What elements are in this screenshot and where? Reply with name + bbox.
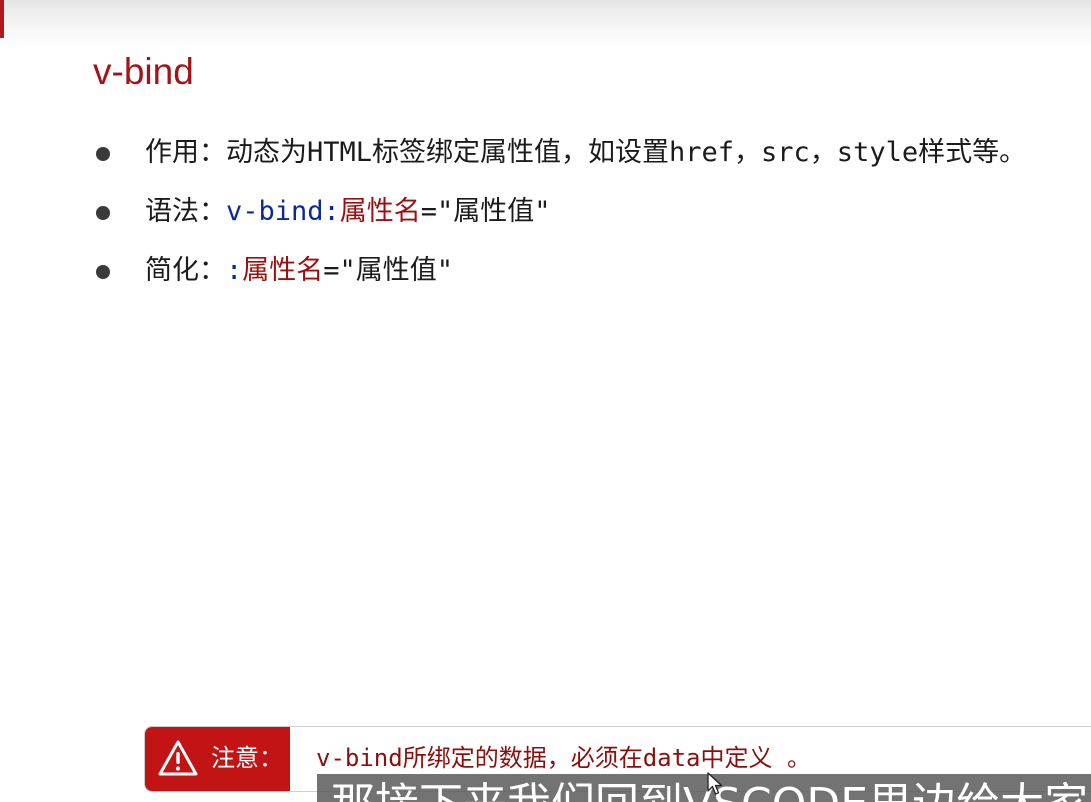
bullet-purpose-label: 作用： [145,137,226,168]
shorthand-attr-value: ="属性值" [323,255,454,286]
note-label: 注意： [211,744,283,772]
bullet-list: 作用：动态为HTML标签绑定属性值，如设置href，src，style样式等。 … [95,131,1026,308]
accent-bar [0,0,4,38]
syntax-attr-name: 属性名 [339,196,421,227]
bullet-dot-icon [96,206,110,220]
note-label-box: 注意： [145,727,290,791]
top-shade [0,0,1091,48]
bullet-syntax-label: 语法： [145,196,226,227]
bullet-syntax: 语法：v-bind:属性名="属性值" [95,190,1026,249]
bullet-dot-icon [96,265,110,279]
mouse-pointer-icon [707,772,723,795]
shorthand-attr-name: 属性名 [242,255,324,286]
bullet-shorthand: 简化：:属性名="属性值" [95,249,1026,308]
syntax-attr-value: ="属性值" [420,196,551,227]
bullet-purpose-text: 动态为HTML标签绑定属性值，如设置href，src，style样式等。 [226,137,1027,168]
shorthand-directive: : [226,255,243,286]
slide-title: v-bind [93,51,194,92]
video-subtitle: 那接下来我们回到VSCODE里边给大家 [317,774,1091,802]
syntax-directive: v-bind: [226,196,340,227]
bullet-shorthand-label: 简化： [145,255,226,286]
bullet-dot-icon [96,147,110,161]
note-text: v-bind所绑定的数据，必须在data中定义 。 [316,744,811,772]
warning-icon [158,740,198,776]
bullet-purpose: 作用：动态为HTML标签绑定属性值，如设置href，src，style样式等。 [95,131,1026,190]
